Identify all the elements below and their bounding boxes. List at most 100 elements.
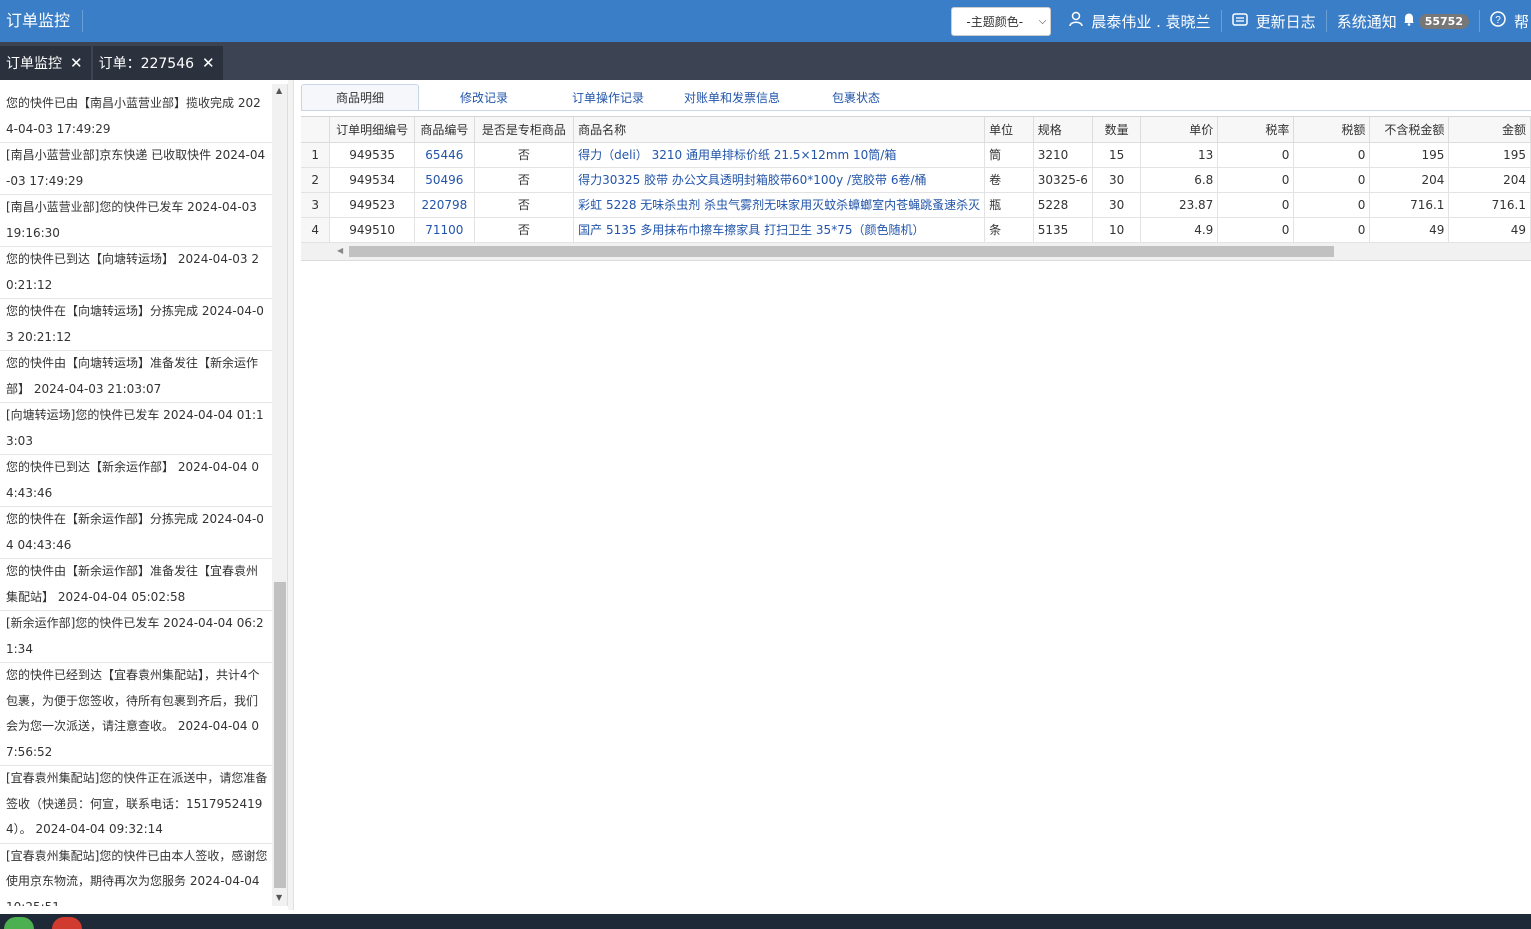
column-header[interactable]: 规格 <box>1033 117 1093 143</box>
order-detail-main: 商品明细 修改记录 订单操作记录 对账单和发票信息 包裹状态 订单明细编号 商品… <box>301 84 1531 906</box>
log-entry: 您的快件已到达【向塘转运场】 2024-04-03 20:21:12 <box>0 247 272 299</box>
user-menu[interactable]: 晨泰伟业 . 袁晓兰 <box>1059 10 1222 32</box>
tab-statement-invoice[interactable]: 对账单和发票信息 <box>667 84 797 110</box>
table-row[interactable]: 1 949535 65446 否 得力（deli） 3210 通用单排标价纸 2… <box>301 142 1531 168</box>
row-number-header <box>301 117 331 143</box>
scrollbar-thumb[interactable] <box>349 245 1334 257</box>
detail-id-cell: 949510 <box>329 217 415 243</box>
changelog-link[interactable]: 更新日志 <box>1222 10 1327 32</box>
column-header[interactable]: 是否是专柜商品 <box>474 117 575 143</box>
table-row[interactable]: 3 949523 220798 否 彩虹 5228 无味杀虫剂 杀虫气雾剂无味家… <box>301 192 1531 218</box>
panel-splitter[interactable] <box>288 80 294 910</box>
amount-cell: 716.1 <box>1448 192 1531 218</box>
item-id-link[interactable]: 65446 <box>414 142 475 168</box>
os-taskbar <box>0 914 1531 929</box>
taskbar-app-icon[interactable] <box>52 917 82 929</box>
price-cell: 13 <box>1140 142 1219 168</box>
column-header[interactable]: 单价 <box>1140 117 1219 143</box>
spec-cell: 3210 <box>1033 142 1093 168</box>
item-detail-grid: 订单明细编号 商品编号 是否是专柜商品 商品名称 单位 规格 数量 单价 税率 … <box>301 116 1531 261</box>
log-entry: [新余运作部]您的快件已发车 2024-04-04 06:21:34 <box>0 611 272 663</box>
item-name-link[interactable]: 彩虹 5228 无味杀虫剂 杀虫气雾剂无味家用灭蚊杀蟑螂室内苍蝇跳蚤速杀灭 <box>573 192 986 218</box>
tab-order-detail[interactable]: 订单：227546 ✕ <box>92 46 223 80</box>
tab-item-details[interactable]: 商品明细 <box>301 84 419 110</box>
qty-cell: 15 <box>1092 142 1142 168</box>
user-name: 晨泰伟业 . 袁晓兰 <box>1091 12 1211 31</box>
close-icon[interactable]: ✕ <box>202 54 215 72</box>
spec-cell: 5228 <box>1033 192 1093 218</box>
close-icon[interactable]: ✕ <box>70 54 83 72</box>
tab-change-log[interactable]: 修改记录 <box>419 84 549 110</box>
amount-cell: 49 <box>1448 217 1531 243</box>
tab-package-status[interactable]: 包裹状态 <box>797 84 915 110</box>
log-scrollbar[interactable]: ▲ ▼ <box>272 84 287 906</box>
column-header[interactable]: 税额 <box>1293 117 1371 143</box>
item-name-link[interactable]: 得力（deli） 3210 通用单排标价纸 21.5×12mm 10筒/箱 <box>573 142 986 168</box>
logistics-log-list: 您的快件已由【南昌小蓝营业部】揽收完成 2024-04-03 17:49:29 … <box>0 91 272 906</box>
net-amount-cell: 204 <box>1369 167 1450 193</box>
detail-id-cell: 949523 <box>329 192 415 218</box>
column-header[interactable]: 金额 <box>1448 117 1531 143</box>
item-name-link[interactable]: 国产 5135 多用抹布巾擦车擦家具 打扫卫生 35*75（颜色随机） <box>573 217 986 243</box>
scroll-down-icon[interactable]: ▼ <box>276 893 282 902</box>
grid-horizontal-scrollbar[interactable]: ◀ <box>301 242 1531 261</box>
item-id-link[interactable]: 50496 <box>414 167 475 193</box>
tax-cell: 0 <box>1293 167 1371 193</box>
table-row[interactable]: 4 949510 71100 否 国产 5135 多用抹布巾擦车擦家具 打扫卫生… <box>301 217 1531 243</box>
app-title: 订单监控 <box>0 10 84 32</box>
amount-cell: 204 <box>1448 167 1531 193</box>
theme-color-select[interactable]: -主题颜色- ⌵ <box>951 6 1052 36</box>
help-link[interactable]: ? 帮 <box>1480 10 1531 32</box>
theme-select-value: -主题颜色- <box>966 14 1024 29</box>
notifications-link[interactable]: 系统通知 55752 <box>1327 10 1480 32</box>
tax-rate-cell: 0 <box>1217 167 1295 193</box>
column-header[interactable]: 不含税金额 <box>1369 117 1450 143</box>
item-name-link[interactable]: 得力30325 胶带 办公文具透明封箱胶带60*100y /宽胶带 6卷/桶 <box>573 167 986 193</box>
tax-cell: 0 <box>1293 217 1371 243</box>
column-header[interactable]: 数量 <box>1092 117 1142 143</box>
changelog-icon <box>1231 12 1248 30</box>
row-number: 1 <box>301 142 331 168</box>
row-number: 4 <box>301 217 331 243</box>
item-id-link[interactable]: 71100 <box>414 217 475 243</box>
tab-order-monitor[interactable]: 订单监控 ✕ <box>0 46 91 80</box>
counter-cell: 否 <box>474 192 575 218</box>
scrollbar-thumb[interactable] <box>274 582 286 888</box>
unit-cell: 瓶 <box>984 192 1034 218</box>
column-header[interactable]: 订单明细编号 <box>329 117 415 143</box>
tax-rate-cell: 0 <box>1217 192 1295 218</box>
notifications-label: 系统通知 <box>1336 12 1397 31</box>
detail-id-cell: 949534 <box>329 167 415 193</box>
taskbar-app-icon[interactable] <box>4 917 34 929</box>
column-header[interactable]: 单位 <box>984 117 1034 143</box>
scroll-left-icon[interactable]: ◀ <box>337 246 343 255</box>
log-entry: [南昌小蓝营业部]您的快件已发车 2024-04-03 19:16:30 <box>0 195 272 247</box>
column-header[interactable]: 商品编号 <box>414 117 475 143</box>
column-header[interactable]: 税率 <box>1217 117 1295 143</box>
log-entry: 您的快件已由【南昌小蓝营业部】揽收完成 2024-04-03 17:49:29 <box>0 91 272 143</box>
price-cell: 4.9 <box>1140 217 1219 243</box>
tax-rate-cell: 0 <box>1217 217 1295 243</box>
qty-cell: 10 <box>1092 217 1142 243</box>
log-entry: 您的快件由【向塘转运场】准备发往【新余运作部】 2024-04-03 21:03… <box>0 351 272 403</box>
bell-icon <box>1403 12 1415 30</box>
unit-cell: 卷 <box>984 167 1034 193</box>
log-entry: [宜春袁州集配站]您的快件已由本人签收，感谢您使用京东物流，期待再次为您服务 2… <box>0 844 272 907</box>
table-header-row: 订单明细编号 商品编号 是否是专柜商品 商品名称 单位 规格 数量 单价 税率 … <box>301 117 1531 143</box>
scroll-up-icon[interactable]: ▲ <box>276 86 282 95</box>
net-amount-cell: 716.1 <box>1369 192 1450 218</box>
price-cell: 23.87 <box>1140 192 1219 218</box>
log-entry: [宜春袁州集配站]您的快件正在派送中，请您准备签收（快递员：何宣，联系电话：15… <box>0 766 272 844</box>
tab-operation-log[interactable]: 订单操作记录 <box>549 84 667 110</box>
page-tab-strip: 订单监控 ✕ 订单：227546 ✕ <box>0 42 1531 80</box>
user-icon <box>1069 11 1084 31</box>
notification-count-badge: 55752 <box>1418 13 1469 29</box>
changelog-label: 更新日志 <box>1255 12 1316 31</box>
tax-cell: 0 <box>1293 142 1371 168</box>
top-bar: 订单监控 -主题颜色- ⌵ 晨泰伟业 . 袁晓兰 更新日志 系统通知 55752 <box>0 0 1531 42</box>
table-row[interactable]: 2 949534 50496 否 得力30325 胶带 办公文具透明封箱胶带60… <box>301 167 1531 193</box>
help-icon: ? <box>1490 11 1506 31</box>
item-id-link[interactable]: 220798 <box>414 192 475 218</box>
column-header[interactable]: 商品名称 <box>573 117 986 143</box>
tab-label: 订单监控 <box>6 56 62 72</box>
